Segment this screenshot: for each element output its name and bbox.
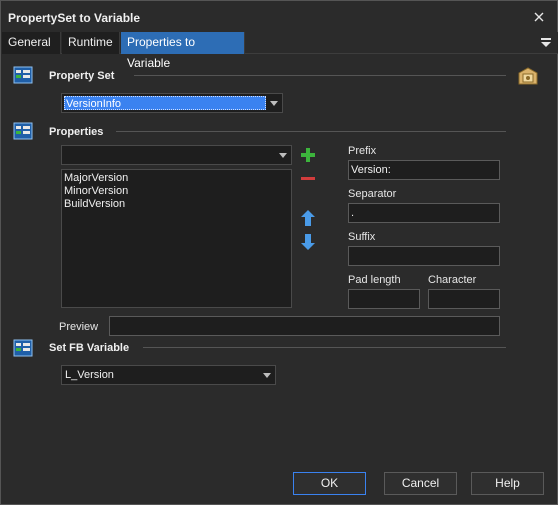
property-set-browse-icon[interactable] (516, 65, 540, 87)
properties-dropdown-value (64, 148, 66, 162)
properties-divider (116, 131, 506, 132)
property-set-heading: Property Set (49, 70, 115, 82)
set-fb-variable-heading: Set FB Variable (49, 342, 130, 354)
move-down-button[interactable] (299, 233, 317, 251)
add-property-button[interactable] (299, 146, 317, 164)
pad-length-label: Pad length (348, 274, 401, 286)
properties-heading: Properties (49, 126, 104, 138)
list-item[interactable]: BuildVersion (62, 198, 291, 211)
remove-property-button[interactable] (299, 170, 317, 188)
move-up-button[interactable] (299, 209, 317, 227)
list-item[interactable]: MajorVersion (62, 172, 291, 185)
property-set-divider (134, 75, 506, 76)
tab-runtime-label: Runtime (68, 35, 113, 49)
list-item[interactable]: MinorVersion (62, 185, 291, 198)
preview-label: Preview (59, 321, 99, 333)
set-fb-variable-icon (13, 339, 33, 357)
suffix-field[interactable] (348, 246, 500, 266)
help-button[interactable]: Help (471, 472, 544, 495)
properties-icon (13, 122, 33, 140)
minus-icon (301, 177, 315, 180)
preview-field[interactable] (109, 316, 500, 336)
fb-variable-dropdown[interactable]: L_Version (61, 365, 276, 385)
menu-icon (541, 38, 551, 47)
window-title: PropertySet to Variable (8, 11, 141, 25)
ok-button[interactable]: OK (293, 472, 366, 495)
tab-menu-button[interactable] (540, 36, 552, 48)
separator-field[interactable]: . (348, 203, 500, 223)
chevron-down-icon (259, 366, 275, 384)
properties-list[interactable]: MajorVersion MinorVersion BuildVersion (61, 169, 292, 308)
title-bar[interactable]: PropertySet to Variable (1, 1, 557, 33)
chevron-down-icon (275, 146, 291, 164)
character-field[interactable] (428, 289, 500, 309)
arrow-down-icon (301, 234, 315, 250)
tab-general[interactable]: General (2, 32, 61, 54)
prefix-label: Prefix (348, 145, 377, 157)
prefix-field[interactable]: Version: (348, 160, 500, 180)
prefix-value: Version: (351, 164, 391, 176)
character-label: Character (428, 274, 477, 286)
property-set-value: VersionInfo (64, 96, 266, 110)
pad-length-field[interactable] (348, 289, 420, 309)
chevron-down-icon (266, 94, 282, 112)
arrow-up-icon (301, 210, 315, 226)
cancel-button[interactable]: Cancel (384, 472, 457, 495)
property-set-icon (13, 66, 33, 84)
tab-general-label: General (8, 35, 51, 49)
plus-icon (301, 148, 315, 162)
close-button[interactable] (527, 6, 551, 28)
set-fb-variable-divider (143, 347, 506, 348)
separator-label: Separator (348, 188, 397, 200)
separator-value: . (351, 207, 355, 219)
dialog-window: PropertySet to Variable General Runtime … (0, 0, 558, 505)
fb-variable-value: L_Version (65, 369, 114, 381)
tab-properties-to-variable-label: Properties to Variable (127, 35, 196, 70)
suffix-label: Suffix (348, 231, 376, 243)
property-set-dropdown[interactable]: VersionInfo (61, 93, 283, 113)
tab-runtime[interactable]: Runtime (62, 32, 120, 54)
tab-properties-to-variable[interactable]: Properties to Variable (121, 32, 245, 70)
close-icon (534, 12, 544, 22)
tab-bar: General Runtime Properties to Variable (2, 32, 558, 70)
properties-dropdown[interactable] (61, 145, 292, 165)
